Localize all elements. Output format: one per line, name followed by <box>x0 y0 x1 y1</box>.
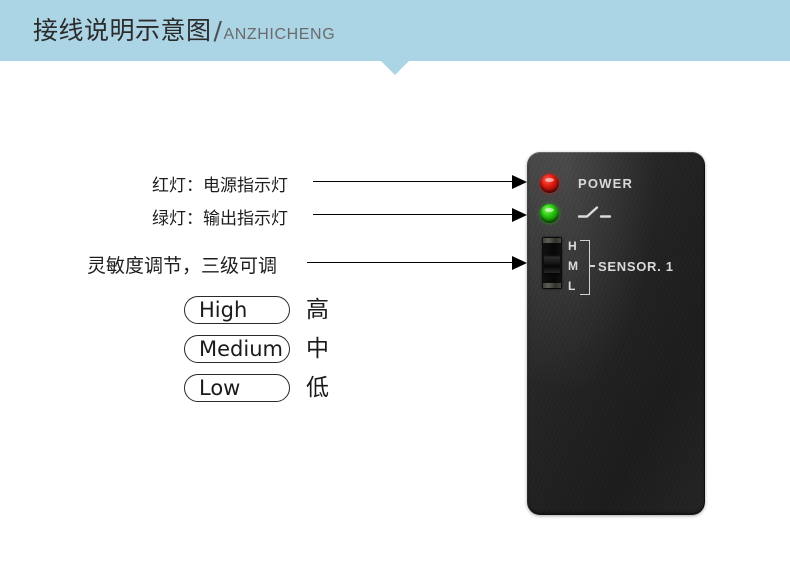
switch-position-h: H <box>568 239 577 253</box>
pill-low: Low <box>184 374 290 402</box>
annotation-label-green-led: 绿灯：输出指示灯 <box>152 209 288 229</box>
slider-cap-top <box>543 238 561 243</box>
header-bar: 接线说明示意图/ANZHICHENG <box>0 0 790 61</box>
output-led-icon <box>540 204 559 223</box>
device-sensor-label: SENSOR. 1 <box>598 259 674 274</box>
switch-bracket <box>580 240 590 295</box>
title-separator: / <box>213 16 223 45</box>
legend-row-medium: Medium 中 <box>184 335 329 363</box>
arrow-head-green-led <box>512 208 527 222</box>
legend-row-low: Low 低 <box>184 374 329 402</box>
page-title-cn: 接线说明示意图 <box>33 16 212 45</box>
pill-high-label-cn: 高 <box>306 296 329 323</box>
arrow-head-red-led <box>512 175 527 189</box>
slider-cap-bottom <box>543 283 561 288</box>
header-notch-triangle <box>381 61 409 75</box>
page-title-en: ANZHICHENG <box>223 26 336 43</box>
slider-knob[interactable] <box>544 257 560 273</box>
legend-row-high: High 高 <box>184 296 329 324</box>
switch-position-m: M <box>568 259 578 273</box>
page-title: 接线说明示意图/ANZHICHENG <box>33 16 335 50</box>
switch-bracket-stub <box>589 265 595 267</box>
leader-line-red-led <box>313 181 515 182</box>
device-power-label: POWER <box>578 176 634 191</box>
pill-medium-label-cn: 中 <box>306 335 329 362</box>
power-led-icon <box>540 174 559 193</box>
pill-low-label-cn: 低 <box>306 374 329 401</box>
switch-position-l: L <box>568 279 576 293</box>
leader-line-green-led <box>313 214 515 215</box>
pill-high: High <box>184 296 290 324</box>
relay-contact-icon <box>577 206 612 218</box>
pill-medium-label: Medium <box>199 336 283 361</box>
pill-medium: Medium <box>184 335 290 363</box>
annotation-label-sensitivity: 灵敏度调节，三级可调 <box>87 255 278 277</box>
leader-line-sensitivity <box>307 262 515 263</box>
annotation-label-red-led: 红灯：电源指示灯 <box>152 176 288 196</box>
device-body: POWER H M L SENSOR. 1 <box>527 152 705 515</box>
pill-low-label: Low <box>199 375 241 400</box>
sensitivity-slider-switch[interactable] <box>542 237 562 289</box>
arrow-head-sensitivity <box>512 256 527 270</box>
pill-high-label: High <box>199 297 248 322</box>
